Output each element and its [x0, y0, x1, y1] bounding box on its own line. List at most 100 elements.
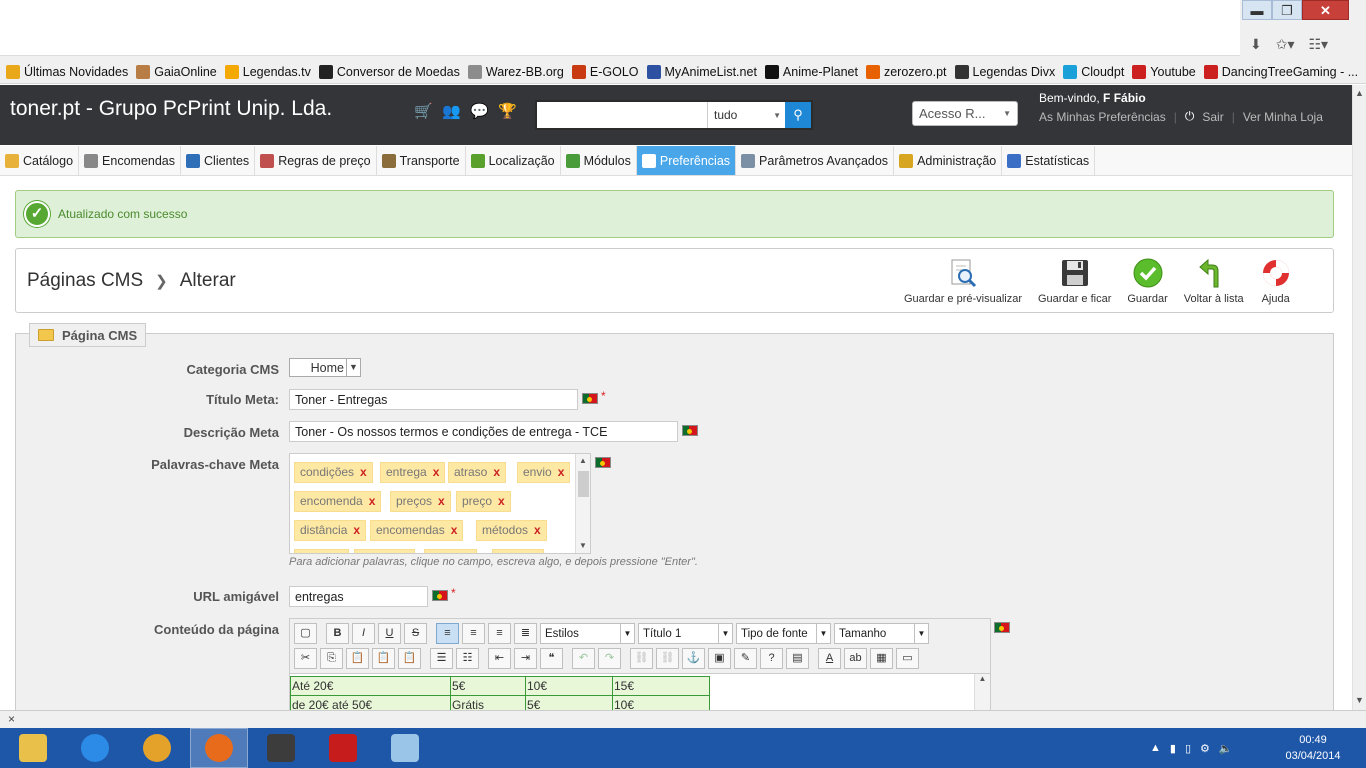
- portugal-flag-icon[interactable]: [432, 590, 448, 601]
- cart-icon[interactable]: 🛒: [414, 103, 433, 121]
- taskbar-file-explorer[interactable]: [4, 728, 62, 768]
- back-to-list-button[interactable]: Voltar à lista: [1184, 257, 1244, 305]
- taskbar-filezilla[interactable]: [314, 728, 372, 768]
- minimize-button[interactable]: ▬: [1242, 0, 1272, 20]
- trophy-icon[interactable]: 🏆: [498, 103, 517, 121]
- remove-keyword-button[interactable]: x: [438, 494, 445, 508]
- menu-item-4[interactable]: Transporte: [377, 146, 466, 175]
- menu-item-8[interactable]: Parâmetros Avançados: [736, 146, 895, 175]
- breadcrumb-section[interactable]: Páginas CMS: [27, 270, 143, 292]
- taskbar-firefox[interactable]: [190, 728, 248, 768]
- menu-item-2[interactable]: Clientes: [181, 146, 256, 175]
- menu-item-7[interactable]: Preferências: [636, 146, 737, 175]
- volume-icon[interactable]: 🔈: [1219, 742, 1233, 755]
- shop-title[interactable]: toner.pt - Grupo PcPrint Unip. Lda.: [10, 97, 332, 121]
- menu-item-10[interactable]: Estatísticas: [1002, 146, 1096, 175]
- remove-keyword-button[interactable]: x: [498, 494, 505, 508]
- table-cell[interactable]: 10€: [525, 676, 613, 696]
- page-scrollbar[interactable]: ▲ ▼: [1352, 85, 1366, 710]
- save-button[interactable]: Guardar: [1127, 257, 1168, 305]
- unlink-icon[interactable]: ⛓: [656, 648, 679, 669]
- remove-keyword-button[interactable]: x: [465, 552, 472, 553]
- link-icon[interactable]: ⛓: [630, 648, 653, 669]
- quick-access-select[interactable]: Acesso R... ▼: [912, 101, 1018, 126]
- messages-icon[interactable]: 💬: [470, 103, 489, 121]
- close-icon[interactable]: ×: [8, 712, 15, 726]
- format-select[interactable]: Título 1 ▼: [638, 623, 733, 644]
- network-icon[interactable]: ▮: [1170, 742, 1176, 755]
- underline-button[interactable]: U: [378, 623, 401, 644]
- bookmark-item[interactable]: Youtube: [1132, 64, 1196, 79]
- template-icon[interactable]: ▭: [896, 648, 919, 669]
- friendly-url-input[interactable]: [289, 586, 428, 607]
- remove-keyword-button[interactable]: x: [493, 465, 500, 479]
- device-icon[interactable]: ▯: [1185, 742, 1191, 755]
- bookmark-item[interactable]: Warez-BB.org: [467, 64, 564, 79]
- portugal-flag-icon[interactable]: [595, 457, 611, 468]
- system-clock[interactable]: 00:49 03/04/2014: [1278, 732, 1348, 764]
- view-shop-link[interactable]: Ver Minha Loja: [1243, 110, 1323, 124]
- download-icon[interactable]: ⬇: [1250, 36, 1262, 53]
- menu-item-3[interactable]: Regras de preço: [255, 146, 377, 175]
- numbered-list-icon[interactable]: ☷: [456, 648, 479, 669]
- chevron-up-icon[interactable]: ▲: [1355, 88, 1364, 98]
- align-left-icon[interactable]: ≡: [436, 623, 459, 644]
- indent-icon[interactable]: ⇥: [514, 648, 537, 669]
- menu-item-6[interactable]: Módulos: [561, 146, 637, 175]
- portugal-flag-icon[interactable]: [994, 622, 1010, 633]
- logout-link[interactable]: Sair: [1202, 110, 1223, 124]
- undo-icon[interactable]: ↶: [572, 648, 595, 669]
- addon-icon[interactable]: ☷▾: [1309, 36, 1329, 53]
- restore-button[interactable]: ❐: [1272, 0, 1302, 20]
- text-color-icon[interactable]: A: [818, 648, 841, 669]
- meta-title-input[interactable]: [289, 389, 578, 410]
- help-button[interactable]: Ajuda: [1260, 257, 1292, 305]
- bookmark-item[interactable]: GaiaOnline: [136, 64, 217, 79]
- remove-keyword-button[interactable]: x: [353, 523, 360, 537]
- remove-keyword-button[interactable]: x: [337, 552, 344, 553]
- chevron-up-icon[interactable]: ▲: [979, 674, 987, 683]
- remove-keyword-button[interactable]: x: [558, 465, 565, 479]
- font-family-select[interactable]: Tipo de fonte ▼: [736, 623, 831, 644]
- address-bar[interactable]: [0, 0, 1240, 56]
- paste-text-icon[interactable]: 📋: [372, 648, 395, 669]
- new-document-icon[interactable]: ▢: [294, 623, 317, 644]
- keywords-scrollbar[interactable]: ▲ ▼: [575, 454, 590, 553]
- align-center-icon[interactable]: ≡: [462, 623, 485, 644]
- table-cell[interactable]: 5€: [450, 676, 526, 696]
- table-cell[interactable]: Até 20€: [290, 676, 451, 696]
- paste-icon[interactable]: 📋: [346, 648, 369, 669]
- portugal-flag-icon[interactable]: [582, 393, 598, 404]
- bookmark-item[interactable]: Conversor de Moedas: [318, 64, 460, 79]
- bookmark-item[interactable]: MyAnimeList.net: [646, 64, 757, 79]
- remove-keyword-button[interactable]: x: [403, 552, 410, 553]
- search-button[interactable]: ⚲: [785, 102, 811, 128]
- bookmark-item[interactable]: DancingTreeGaming - ...: [1203, 64, 1358, 79]
- save-and-stay-button[interactable]: Guardar e ficar: [1038, 257, 1111, 305]
- bookmark-item[interactable]: Legendas Divx: [954, 64, 1055, 79]
- remove-keyword-button[interactable]: x: [360, 465, 367, 479]
- category-select[interactable]: Home ▼: [289, 358, 361, 377]
- help-icon[interactable]: ?: [760, 648, 783, 669]
- bookmark-star-icon[interactable]: ✩▾: [1276, 36, 1295, 53]
- bookmark-item[interactable]: Legendas.tv: [224, 64, 311, 79]
- chevron-up-icon[interactable]: ▲: [579, 456, 587, 465]
- taskbar-chrome[interactable]: [128, 728, 186, 768]
- portugal-flag-icon[interactable]: [682, 425, 698, 436]
- bookmark-item[interactable]: zerozero.pt: [865, 64, 947, 79]
- search-scope-select[interactable]: tudo ▼: [707, 102, 785, 128]
- copy-icon[interactable]: ⎘: [320, 648, 343, 669]
- cleanup-icon[interactable]: ✎: [734, 648, 757, 669]
- bold-button[interactable]: B: [326, 623, 349, 644]
- align-right-icon[interactable]: ≡: [488, 623, 511, 644]
- align-justify-icon[interactable]: ≣: [514, 623, 537, 644]
- customers-icon[interactable]: 👥: [442, 103, 461, 121]
- taskbar-media-player[interactable]: [252, 728, 310, 768]
- bookmark-item[interactable]: Anime-Planet: [764, 64, 858, 79]
- save-preview-button[interactable]: Guardar e pré-visualizar: [904, 257, 1022, 305]
- tray-expand-icon[interactable]: ▲: [1150, 742, 1161, 754]
- bullet-list-icon[interactable]: ☰: [430, 648, 453, 669]
- font-size-select[interactable]: Tamanho ▼: [834, 623, 929, 644]
- italic-button[interactable]: I: [352, 623, 375, 644]
- redo-icon[interactable]: ↷: [598, 648, 621, 669]
